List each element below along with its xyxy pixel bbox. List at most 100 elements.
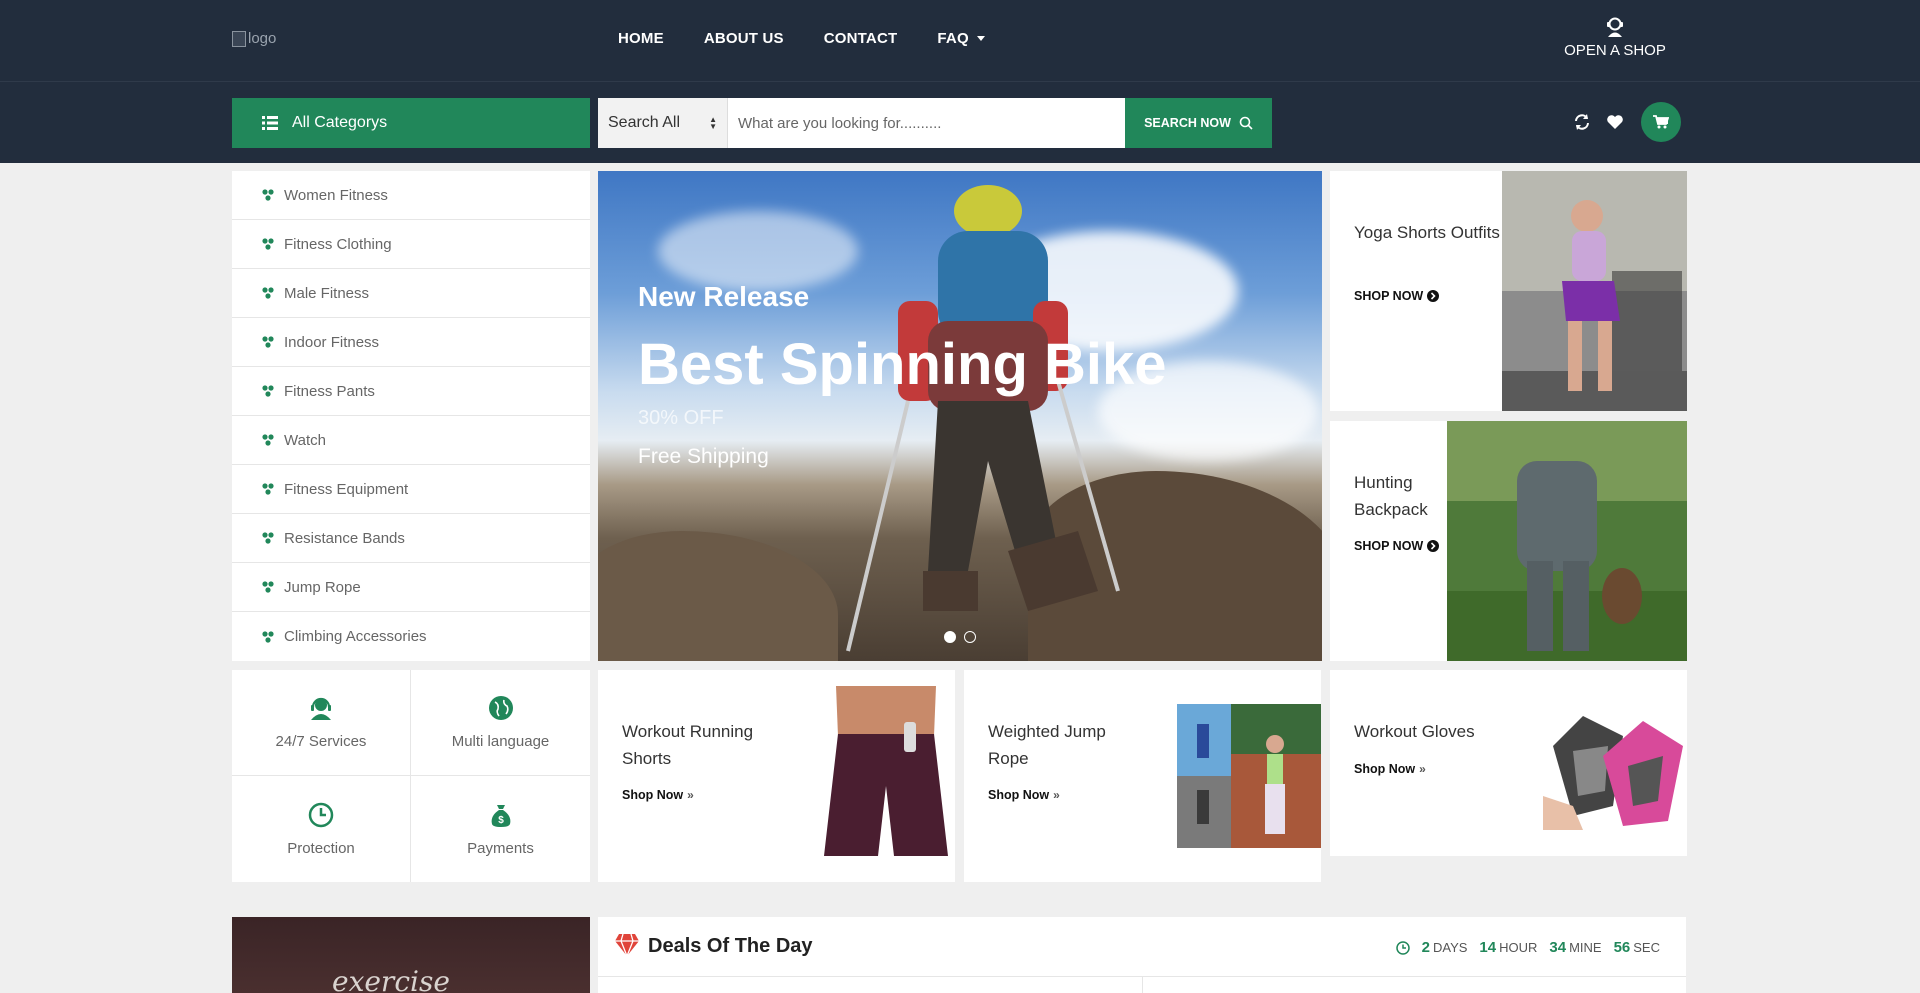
cart-icon [1653,115,1669,129]
category-item[interactable]: Fitness Equipment [232,465,590,514]
nav-home[interactable]: HOME [618,30,664,47]
search-button[interactable]: SEARCH NOW [1125,98,1272,148]
nav-faq-label: FAQ [937,30,969,47]
clock-icon [1395,940,1410,955]
promo-title: Weighted Jump Rope [988,722,1106,768]
nav-faq[interactable]: FAQ [937,30,985,47]
dumbbell-icon [262,434,274,446]
category-label: Jump Rope [284,578,361,596]
dumbbell-icon [262,385,274,397]
category-item[interactable]: Fitness Clothing [232,220,590,269]
shop-now-link[interactable]: Shop Now » [988,788,1060,802]
clock-icon [308,802,334,827]
dumbbell-icon [262,336,274,348]
dumbbell-icon [262,287,274,299]
double-chevron-right-icon: » [1419,762,1426,776]
countdown-seconds: 56 SEC [1613,939,1660,956]
arrow-circle-right-icon [1427,540,1440,552]
all-categories-button[interactable]: All Categorys [232,98,590,148]
logo[interactable]: logo [232,30,276,47]
hero-discount: 30% OFF [638,407,724,429]
double-chevron-right-icon: » [1053,788,1060,802]
countdown-minutes: 34 MINE [1549,939,1602,956]
shop-now-link[interactable]: Shop Now » [622,788,694,802]
bottom-banner-text: exercise [332,965,450,993]
logo-alt-text: logo [248,30,277,47]
promo-title: Yoga Shorts Outfits [1354,223,1500,242]
promo-title: Workout Gloves [1354,722,1475,741]
category-item[interactable]: Fitness Pants [232,367,590,416]
feature-payments: $ Payments [411,776,590,882]
promo-workout-gloves[interactable]: Workout Gloves Shop Now » [1330,670,1687,856]
open-shop-link[interactable]: OPEN A SHOP [1560,16,1670,59]
support-agent-icon [311,697,331,720]
caret-down-icon [976,36,985,41]
hero-headline: Best Spinning Bike [638,332,1167,397]
shop-now-link[interactable]: SHOP NOW [1354,539,1440,553]
svg-text:$: $ [498,815,504,826]
hero-kicker: New Release [638,281,810,312]
shop-now-label: Shop Now [988,788,1050,802]
feature-multi-language: Multi language [411,670,590,776]
countdown-hours: 14 HOUR [1479,939,1538,956]
divider [1142,977,1143,993]
category-label: Watch [284,431,326,449]
deals-title: Deals Of The Day [648,935,813,957]
money-bag-icon: $ [491,804,510,827]
feature-label: Protection [287,839,355,857]
category-item[interactable]: Women Fitness [232,171,590,220]
category-label: Indoor Fitness [284,333,380,351]
search-category-value: Search All [608,114,681,131]
globe-icon [488,696,513,720]
category-item[interactable]: Watch [232,416,590,465]
shop-now-label: SHOP NOW [1354,539,1424,553]
promo-workout-running-shorts[interactable]: Workout Running Shorts Shop Now » [598,670,955,882]
nav-contact[interactable]: CONTACT [824,30,898,47]
feature-label: Payments [467,839,534,857]
feature-label: Multi language [451,733,550,750]
list-icon [262,116,278,130]
category-item[interactable]: Climbing Accessories [232,612,590,661]
seller-icon [1607,17,1623,37]
dumbbell-icon [262,630,274,643]
promo-title: Workout Running Shorts [622,722,754,768]
top-header: logo HOME ABOUT US CONTACT FAQ OPEN A SH… [0,0,1920,82]
slider-dot-1[interactable] [944,631,956,643]
hero-slider[interactable]: New Release Best Spinning Bike 30% OFF F… [598,171,1322,661]
shop-now-link[interactable]: SHOP NOW [1354,289,1440,303]
shop-now-link[interactable]: Shop Now » [1354,762,1426,776]
compare-icon[interactable] [1573,113,1591,131]
wishlist-heart-icon[interactable] [1606,113,1624,131]
dumbbell-icon [262,483,274,495]
category-item[interactable]: Jump Rope [232,563,590,612]
select-arrows-icon: ▲ ▼ [709,115,717,131]
shop-now-label: Shop Now [1354,762,1416,776]
yoga-shorts-image [1502,171,1687,411]
jump-rope-image [1177,704,1321,848]
promo-weighted-jump-rope[interactable]: Weighted Jump Rope Shop Now » [964,670,1321,882]
bottom-banner[interactable]: exercise [232,917,590,993]
category-item[interactable]: Male Fitness [232,269,590,318]
search-category-select[interactable]: Search All ▲ ▼ [598,98,728,148]
deals-countdown: 2 DAYS 14 HOUR 34 MINE 56 SEC [1395,939,1660,956]
hiker-image [846,185,1120,652]
category-item[interactable]: Indoor Fitness [232,318,590,367]
category-label: Resistance Bands [284,529,405,547]
double-chevron-right-icon: » [687,788,694,802]
slider-dot-2[interactable] [964,631,976,643]
promo-yoga-shorts[interactable]: Yoga Shorts Outfits SHOP NOW [1330,171,1687,411]
hero-shipping: Free Shipping [638,445,769,468]
category-list: Women Fitness Fitness Clothing Male Fitnes… [232,171,590,661]
all-categories-label: All Categorys [292,114,388,131]
arrow-circle-right-icon [1427,290,1440,302]
category-item[interactable]: Resistance Bands [232,514,590,563]
nav-about-us[interactable]: ABOUT US [704,30,784,47]
feature-247-services: 24/7 Services [232,670,411,776]
promo-hunting-backpack[interactable]: Hunting Backpack SHOP NOW [1330,421,1687,661]
cart-button[interactable] [1641,102,1681,142]
open-shop-label: OPEN A SHOP [1564,42,1666,59]
feature-protection: Protection [232,776,411,882]
search-input[interactable] [728,98,1125,148]
category-label: Women Fitness [284,186,388,204]
dumbbell-icon [262,189,274,201]
